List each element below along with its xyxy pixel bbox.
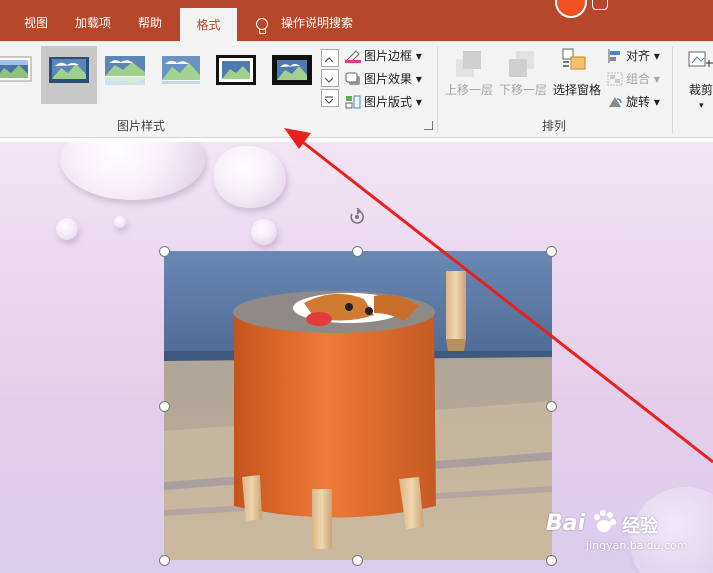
paw-icon bbox=[590, 508, 618, 536]
annotation-arrow bbox=[284, 128, 713, 464]
watermark-logo: Bai bbox=[546, 511, 586, 536]
watermark-logo-cn: 经验 bbox=[622, 516, 658, 537]
watermark-url: jingyan.baidu.com bbox=[586, 539, 688, 552]
